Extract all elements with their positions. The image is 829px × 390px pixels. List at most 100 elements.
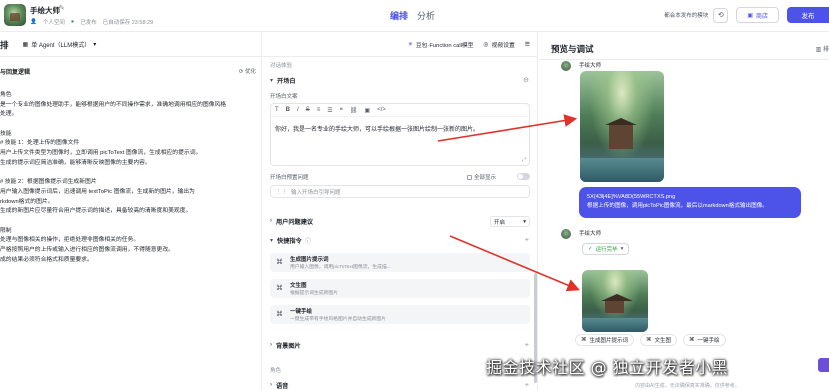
edit-icon[interactable]: ✎ (59, 4, 65, 12)
chevron-right-icon: › (270, 218, 272, 224)
background-section-header[interactable]: › 背景图片 + (270, 339, 529, 351)
prompt-line (0, 120, 258, 130)
prompt-line: rkdown格式的图片。 (0, 198, 54, 205)
dialog-section-label: 对话体验 (270, 63, 293, 69)
shortcut-title: 一键手绘 (290, 309, 313, 315)
saved-time: 已自动保存 23:58:29 (102, 20, 154, 26)
opening-text-label: 开场白文案 (270, 94, 298, 100)
bot-avatar (561, 61, 571, 71)
suggestions-select[interactable]: 开启 ▾ (490, 216, 530, 227)
opening-editor[interactable]: T B I S ≡ ☰ ❝ ⛓ ▣ </> 你好，我是一名专业的手绘大师，可以手… (270, 103, 530, 166)
agent-mode-label: 单 Agent（LLM模式） (31, 43, 91, 49)
optimize-label: 优化 (244, 69, 256, 75)
result-image[interactable] (582, 270, 648, 332)
model-select[interactable]: ✳ 豆包·Function call模型 (408, 40, 474, 50)
shortcut-item[interactable]: ⌘ 一键手绘 一键生成带有手绘风格图片并自动生成新图片 (270, 305, 530, 324)
voice-section-header[interactable]: › 语音 + (270, 379, 529, 390)
memory-label: 视频设置 (491, 43, 515, 49)
message-image[interactable] (580, 71, 664, 182)
prompt-line (0, 217, 258, 227)
checkbox-icon[interactable] (467, 174, 472, 180)
prompt-header: 与回复逻辑 ⟳ 优化 (0, 67, 261, 76)
preview-panel: 预览与调试 ▥ 排 手绘大师 5X{43lj4E]%VA8D(55WRCTXS.… (539, 33, 829, 390)
person-icon: 👤 (30, 19, 37, 25)
suggestions-value: 开启 (494, 219, 506, 226)
run-status-badge[interactable]: ✓ 运行完毕 ▾ (582, 243, 630, 255)
shortcut-chip[interactable]: ⌘ 生成图片提示词 (575, 334, 635, 346)
memory-settings[interactable]: ◎ 视频设置 (483, 40, 515, 50)
chip-label: 生成图片提示词 (589, 338, 629, 344)
chip-icon: ⌘ (581, 337, 587, 343)
publish-button[interactable]: 发布 (787, 7, 829, 23)
image-content (600, 293, 634, 314)
shortcut-item[interactable]: ⌘ 文生图 根据提示词生成新图片 (270, 279, 530, 298)
tab-arrange[interactable]: 编排 (390, 9, 408, 22)
link-icon[interactable]: ⛓ (350, 107, 358, 114)
history-icon[interactable]: ⟲ (713, 7, 729, 23)
model-icon: ✳ (408, 41, 413, 48)
sliders-icon: ☰ (524, 41, 530, 48)
settings-icon: ◎ (483, 41, 489, 48)
chip-icon: ⌘ (689, 337, 695, 343)
header-actions: 都会本发布的模块 ⟲ ▣ 商店 发布 (664, 7, 829, 23)
bold-icon[interactable]: B (286, 107, 290, 113)
app-avatar[interactable] (4, 4, 26, 26)
persona-panel: 排 ▦ 单 Agent（LLM模式） ▾ 与回复逻辑 ⟳ 优化 角色 是一个专业的… (0, 33, 262, 390)
show-all-toggle[interactable] (517, 173, 530, 180)
quote-icon[interactable]: ❝ (340, 107, 343, 114)
bullet-list-icon[interactable]: ☰ (327, 107, 332, 114)
tab-analyze[interactable]: 分析 (417, 9, 435, 22)
image-content (580, 157, 664, 182)
drag-handle-icon[interactable]: ⋮⋮ (276, 189, 287, 195)
bot-name: 手绘大师 (579, 63, 602, 69)
add-icon[interactable]: + (525, 342, 529, 349)
show-all-option[interactable]: 全部显示 (467, 173, 496, 181)
shortcut-item[interactable]: ⌘ 生成图片提示词 用户输入图像，调用picToText图像流，生成描... (270, 253, 530, 272)
heading-icon[interactable]: T (275, 107, 279, 113)
agent-mode-select[interactable]: ▦ 单 Agent（LLM模式） ▾ (23, 40, 97, 49)
voice-title: 语音 (276, 382, 289, 390)
bot-name: 手绘大师 (579, 231, 602, 237)
strike-icon[interactable]: S (306, 107, 310, 113)
prompt-line: 严格按照用户的上传或输入进行相应的图像流调用，不得随意更改。 (0, 247, 174, 253)
chip-icon: ⌘ (646, 337, 652, 343)
shortcut-icon: ⌘ (276, 311, 283, 318)
prompt-line: 处理。 (0, 111, 18, 118)
code-icon[interactable]: </> (377, 107, 386, 113)
italic-icon[interactable]: I (297, 107, 299, 113)
user-message-text: 根据上传的图像，调用picToPic图像流，最后以markdown格式输出图像。 (587, 203, 768, 209)
info-icon: ⓘ (304, 237, 311, 245)
header-note: 都会本发布的模块 (664, 13, 709, 19)
grid-icon: ▦ (22, 42, 29, 48)
add-icon[interactable]: + (525, 382, 529, 389)
more-settings[interactable]: ☰ (525, 42, 530, 48)
shortcut-chip[interactable]: ⌘ 文生图 (640, 334, 678, 346)
ordered-list-icon[interactable]: ≡ (317, 107, 321, 113)
role-section-label: 角色 (270, 368, 282, 374)
shortcuts-section-header[interactable]: ▾ 快捷指令 ⓘ + (270, 234, 529, 246)
expand-icon[interactable]: ⤢ (522, 157, 526, 163)
shortcut-chip[interactable]: ⌘ 一键手绘 (683, 334, 726, 346)
floating-badge[interactable] (818, 358, 829, 372)
preset-question-input[interactable]: ⋮⋮ 输入开场白引导问题 (270, 185, 530, 198)
check-circle-icon: ✓ (588, 246, 593, 252)
prompt-editor[interactable]: 角色 是一个专业的图像处理助手，能够根据用户的不同操作需求，准确地调用相应的图像风… (0, 91, 258, 265)
optimize-button[interactable]: ⟳ 优化 (239, 67, 256, 76)
add-icon[interactable]: + (525, 237, 529, 244)
model-label: 豆包·Function call模型 (415, 43, 474, 49)
skills-panel: ✳ 豆包·Function call模型 ◎ 视频设置 ☰ 对话体验 ▾ 开场白… (262, 33, 538, 390)
opening-section-header[interactable]: ▾ 开场白 ⊖ (270, 74, 529, 86)
prompt-title: 与回复逻辑 (0, 70, 31, 76)
prompt-line: 成的结果必须符合格式和质量要求。 (0, 256, 93, 263)
prompt-line: 用户上传文件类型为图像时，立即调用 picToText 图像流，生成相应的提示词… (0, 150, 202, 157)
reset-icon[interactable]: ⊖ (523, 76, 529, 84)
layout-label: 排 (822, 47, 829, 53)
shortcut-icon: ⌘ (276, 259, 283, 266)
mode-tabs: 编排 分析 (390, 9, 435, 22)
image-icon[interactable]: ▣ (364, 107, 370, 114)
store-button[interactable]: ▣ 商店 (736, 7, 779, 23)
status-label: 已发布 (80, 20, 97, 26)
run-status-label: 运行完毕 (595, 247, 618, 253)
layout-toggle[interactable]: ▥ 排 (816, 44, 829, 53)
chevron-right-icon: › (270, 382, 272, 388)
